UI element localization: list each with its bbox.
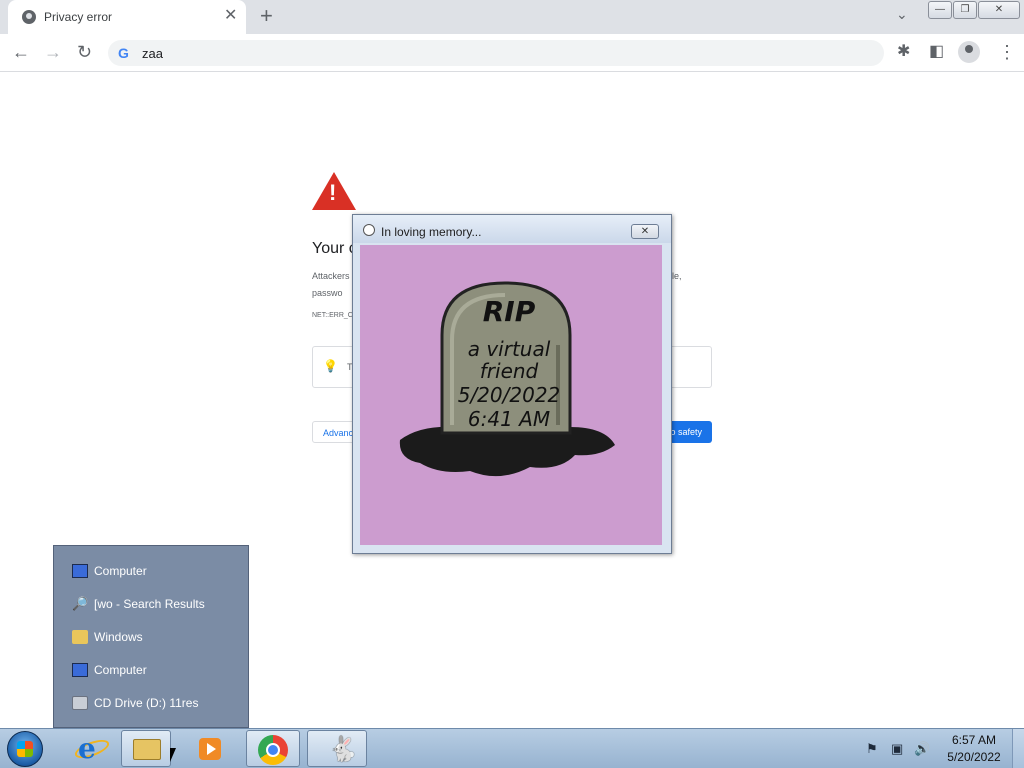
restore-button[interactable]: ❐ <box>953 1 977 19</box>
bunny-app-icon <box>363 224 375 236</box>
google-icon: G <box>118 45 129 61</box>
address-bar[interactable]: G zaa <box>108 40 884 66</box>
extensions-puzzle-icon[interactable]: ✱ <box>897 42 910 62</box>
back-arrow-icon[interactable]: ← <box>12 42 30 62</box>
bunny-icon: 🐇 <box>328 736 358 763</box>
taskbar-internet-explorer[interactable]: e <box>72 730 112 767</box>
tombstone-line-2: friend <box>479 359 539 383</box>
error-heading: Your c <box>312 240 357 257</box>
taskbar-bunny-app[interactable]: 🐇 <box>307 730 367 767</box>
clock-date[interactable]: 5/20/2022 <box>940 750 1008 764</box>
windows-logo-icon <box>17 741 33 757</box>
lightbulb-icon: 💡 <box>323 359 338 373</box>
jump-list-label: [wo - Search Results <box>94 597 205 611</box>
taskbar: e 🐇 ⚑ ▣ 🔊 6:57 AM 5/20/2022 <box>0 728 1024 768</box>
volume-icon[interactable]: 🔊 <box>914 741 930 757</box>
error-description: Attackers <box>312 271 350 281</box>
show-desktop-button[interactable] <box>1012 729 1024 768</box>
error-code[interactable]: NET::ERR_C <box>312 312 353 319</box>
error-description-end: le, <box>672 271 682 281</box>
start-button[interactable] <box>7 731 43 767</box>
dialog-title: In loving memory... <box>381 225 482 239</box>
window-close-button[interactable]: ✕ <box>978 1 1020 19</box>
memorial-dialog: In loving memory... ✕ RIP a virtual frie… <box>352 214 672 554</box>
mouse-cursor <box>170 748 176 762</box>
internet-explorer-icon: e <box>78 732 96 765</box>
jump-list-label: Windows <box>94 630 143 644</box>
clock-time[interactable]: 6:57 AM <box>944 733 1004 747</box>
tab-privacy-error[interactable]: Privacy error ✕ <box>8 0 246 34</box>
minimize-button[interactable]: — <box>928 1 952 19</box>
dialog-close-button[interactable]: ✕ <box>631 224 659 239</box>
action-center-flag-icon[interactable]: ⚑ <box>866 741 878 757</box>
cd-drive-icon <box>72 696 88 710</box>
new-tab-button[interactable]: + <box>260 5 273 27</box>
error-description-line2: passwo <box>312 288 343 298</box>
tab-close-icon[interactable]: ✕ <box>224 8 237 24</box>
taskbar-chrome[interactable] <box>246 730 300 767</box>
browser-toolbar: ← → ↻ G zaa ✱ ◧ ⋮ <box>0 34 1024 72</box>
search-icon: 🔎 <box>72 596 89 611</box>
globe-icon <box>22 10 36 24</box>
tombstone-rip-text: RIP <box>482 295 536 328</box>
reload-icon[interactable]: ↻ <box>77 42 92 62</box>
tombstone-date: 5/20/2022 <box>457 383 561 407</box>
dialog-titlebar[interactable]: In loving memory... ✕ <box>353 215 671 243</box>
tab-title: Privacy error <box>44 10 113 24</box>
tombstone-canvas: RIP a virtual friend 5/20/2022 6:41 AM <box>360 245 662 545</box>
profile-avatar-icon[interactable] <box>958 41 980 63</box>
side-panel-icon[interactable]: ◧ <box>929 42 944 62</box>
tab-search-chevron-icon[interactable]: ⌄ <box>896 6 908 23</box>
taskbar-file-explorer[interactable] <box>121 730 171 767</box>
forward-arrow-icon[interactable]: → <box>44 42 62 62</box>
tab-strip: Privacy error ✕ + ⌄ — ❐ ✕ <box>0 0 1024 34</box>
jump-list-label: CD Drive (D:) 11res <box>94 696 199 710</box>
computer-icon <box>72 663 88 677</box>
computer-icon <box>72 564 88 578</box>
menu-kebab-icon[interactable]: ⋮ <box>998 42 1016 62</box>
tombstone-line-1: a virtual <box>467 337 551 361</box>
media-player-icon <box>199 738 221 760</box>
warning-exclamation: ! <box>329 180 337 205</box>
tombstone-time: 6:41 AM <box>467 407 551 431</box>
network-icon[interactable]: ▣ <box>891 741 903 757</box>
folder-icon <box>72 630 88 644</box>
jump-list-label: Computer <box>94 663 147 677</box>
address-text[interactable]: zaa <box>142 46 163 61</box>
folder-icon <box>133 739 161 760</box>
taskbar-media-player[interactable] <box>187 730 233 767</box>
explorer-jump-list: Computer 🔎 [wo - Search Results Windows … <box>53 545 249 728</box>
jump-list-label: Computer <box>94 564 147 578</box>
chrome-icon <box>258 735 288 765</box>
